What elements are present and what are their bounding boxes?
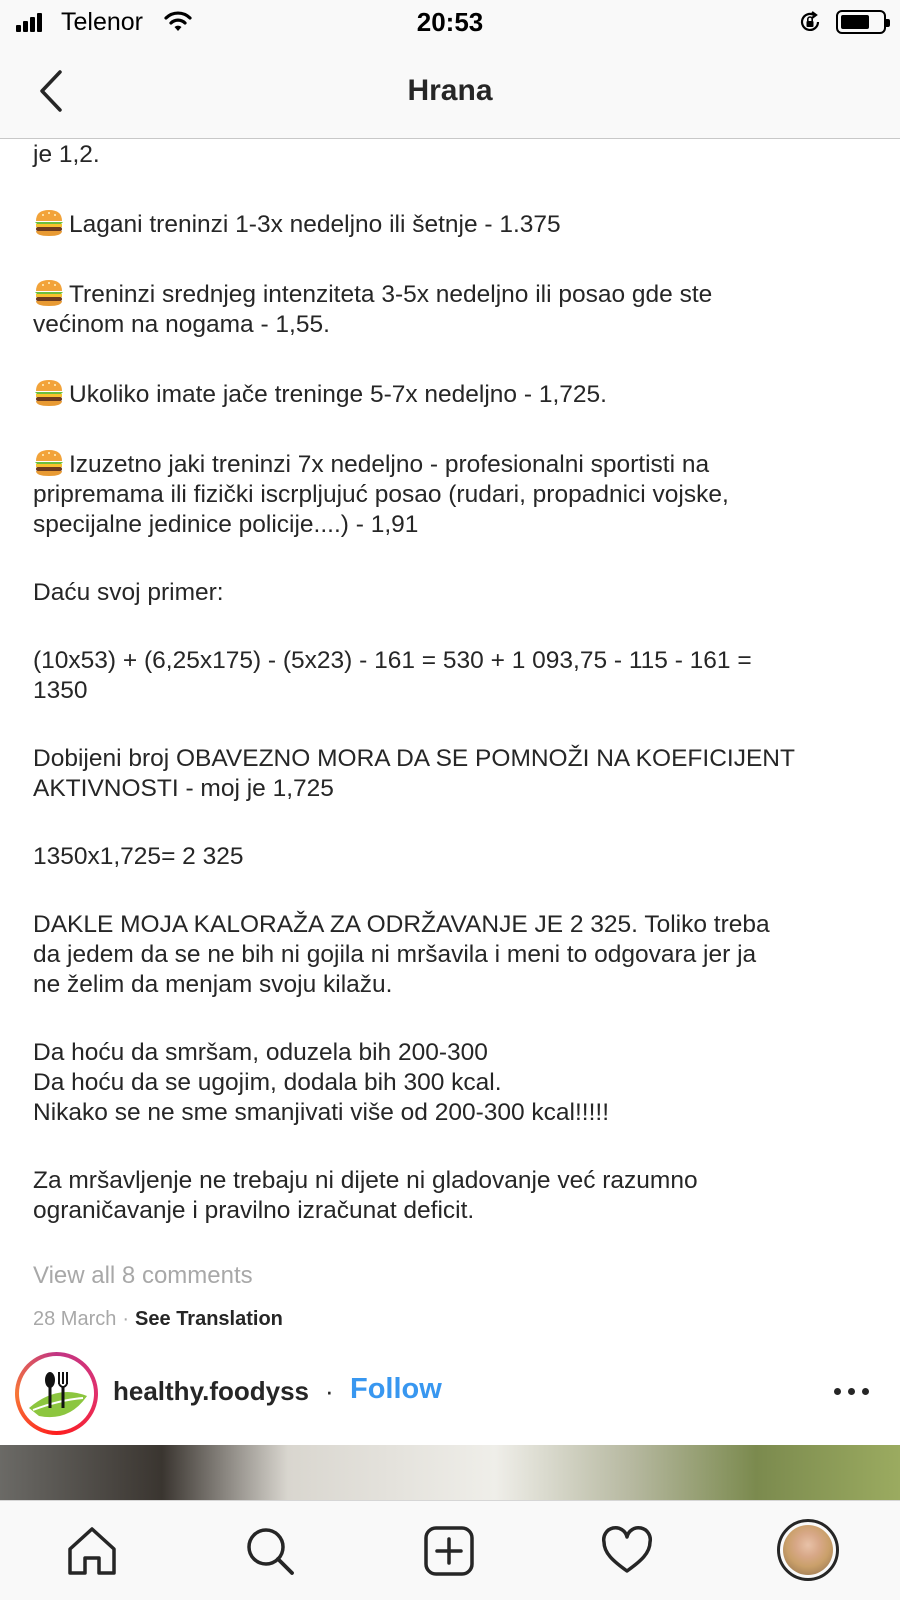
- caption-line: Treninzi srednjeg intenziteta 3-5x nedel…: [33, 278, 873, 310]
- caption-text: 1350: [33, 677, 88, 704]
- caption-text: 1350x1,725= 2 325: [33, 843, 244, 870]
- hamburger-icon: [35, 380, 63, 406]
- more-options-icon[interactable]: [834, 1388, 870, 1398]
- caption-paragraph: Izuzetno jaki treninzi 7x nedeljno - pro…: [33, 448, 873, 540]
- caption-line: Nikako se ne sme smanjivati više od 200-…: [33, 1098, 873, 1128]
- caption-text: Dobijeni broj OBAVEZNO MORA DA SE POMNOŽ…: [33, 745, 795, 772]
- see-translation-link[interactable]: See Translation: [135, 1308, 283, 1330]
- caption-paragraph: Ukoliko imate jače treninge 5-7x nedeljn…: [33, 378, 873, 410]
- caption-text: AKTIVNOSTI - moj je 1,725: [33, 775, 334, 802]
- view-all-comments-link[interactable]: View all 8 comments: [33, 1262, 253, 1290]
- caption-line: ograničavanje i pravilno izračunat defic…: [33, 1196, 873, 1226]
- caption-line: AKTIVNOSTI - moj je 1,725: [33, 774, 873, 804]
- battery-icon: [836, 10, 890, 34]
- caption-paragraph: 1350x1,725= 2 325: [33, 842, 873, 872]
- caption-text: većinom na nogama - 1,55.: [33, 311, 330, 338]
- caption-line: Da hoću da smršam, oduzela bih 200-300: [33, 1038, 873, 1068]
- status-time: 20:53: [416, 7, 484, 37]
- caption-text: je 1,2.: [33, 141, 100, 168]
- caption-line: Za mršavljenje ne trebaju ni dijete ni g…: [33, 1166, 873, 1196]
- hamburger-icon: [35, 450, 63, 476]
- fork-knife-leaf-logo-icon: [29, 1372, 87, 1418]
- caption-line: Lagani treninzi 1-3x nedeljno ili šetnje…: [33, 208, 873, 240]
- caption-line: 1350x1,725= 2 325: [33, 842, 873, 872]
- page-title: Hrana: [407, 74, 493, 107]
- account-avatar[interactable]: [15, 1352, 98, 1435]
- caption-line: Ukoliko imate jače treninge 5-7x nedeljn…: [33, 378, 873, 410]
- caption-text: Za mršavljenje ne trebaju ni dijete ni g…: [33, 1167, 698, 1194]
- caption-text: Treninzi srednjeg intenziteta 3-5x nedel…: [69, 281, 713, 308]
- caption-text: (10x53) + (6,25x175) - (5x23) - 161 = 53…: [33, 647, 752, 674]
- next-post-header: healthy.foodyss · Follow: [0, 1340, 900, 1440]
- caption-text: Lagani treninzi 1-3x nedeljno ili šetnje…: [69, 211, 561, 238]
- follow-separator: ·: [325, 1376, 334, 1406]
- caption-line: pripremama ili fizički iscrpljujuć posao…: [33, 480, 873, 510]
- nav-header: Hrana: [0, 46, 900, 139]
- caption-text: Daću svoj primer:: [33, 579, 224, 606]
- caption-text: Da hoću da se ugojim, dodala bih 300 kca…: [33, 1069, 502, 1096]
- caption-paragraph: Dobijeni broj OBAVEZNO MORA DA SE POMNOŽ…: [33, 744, 873, 804]
- follow-button[interactable]: Follow: [350, 1373, 442, 1406]
- post-meta: 28 March · See Translation: [33, 1308, 283, 1331]
- profile-avatar[interactable]: [777, 1519, 839, 1581]
- caption-line: ne želim da menjam svoju kilažu.: [33, 970, 873, 1000]
- activity-heart-icon[interactable]: [599, 1523, 655, 1579]
- post-caption: je 1,2. Lagani treninzi 1-3x nedeljno ili…: [33, 140, 873, 1264]
- caption-text: ograničavanje i pravilno izračunat defic…: [33, 1197, 475, 1224]
- caption-line: Izuzetno jaki treninzi 7x nedeljno - pro…: [33, 448, 873, 480]
- caption-text: ne želim da menjam svoju kilažu.: [33, 971, 393, 998]
- hamburger-icon: [35, 280, 63, 306]
- caption-paragraph: Treninzi srednjeg intenziteta 3-5x nedel…: [33, 278, 873, 340]
- caption-text: da jedem da se ne bih ni gojila ni mršav…: [33, 941, 757, 968]
- caption-text: DAKLE MOJA KALORAŽA ZA ODRŽAVANJE JE 2 3…: [33, 911, 770, 938]
- caption-line: DAKLE MOJA KALORAŽA ZA ODRŽAVANJE JE 2 3…: [33, 910, 873, 940]
- caption-text: Nikako se ne sme smanjivati više od 200-…: [33, 1099, 610, 1126]
- caption-line: (10x53) + (6,25x175) - (5x23) - 161 = 53…: [33, 646, 873, 676]
- caption-text: Ukoliko imate jače treninge 5-7x nedeljn…: [69, 381, 607, 408]
- account-username[interactable]: healthy.foodyss: [113, 1376, 309, 1407]
- caption-text: Da hoću da smršam, oduzela bih 200-300: [33, 1039, 488, 1066]
- caption-paragraph: DAKLE MOJA KALORAŽA ZA ODRŽAVANJE JE 2 3…: [33, 910, 873, 1000]
- caption-line: Da hoću da se ugojim, dodala bih 300 kca…: [33, 1068, 873, 1098]
- caption-line: je 1,2.: [33, 140, 873, 170]
- bottom-tab-bar: [0, 1500, 900, 1600]
- caption-line: Dobijeni broj OBAVEZNO MORA DA SE POMNOŽ…: [33, 744, 873, 774]
- back-chevron-icon[interactable]: [36, 66, 76, 116]
- orientation-lock-icon: [800, 11, 820, 31]
- caption-line: 1350: [33, 676, 873, 706]
- hamburger-icon: [35, 210, 63, 236]
- caption-line: da jedem da se ne bih ni gojila ni mršav…: [33, 940, 873, 970]
- meta-separator: ·: [122, 1308, 130, 1330]
- caption-text: Izuzetno jaki treninzi 7x nedeljno - pro…: [69, 451, 710, 478]
- post-content: je 1,2. Lagani treninzi 1-3x nedeljno ili…: [0, 140, 900, 1500]
- search-icon[interactable]: [242, 1523, 298, 1579]
- caption-line: Daću svoj primer:: [33, 578, 873, 608]
- caption-paragraph: (10x53) + (6,25x175) - (5x23) - 161 = 53…: [33, 646, 873, 706]
- caption-line: većinom na nogama - 1,55.: [33, 310, 873, 340]
- post-date: 28 March: [33, 1308, 117, 1330]
- caption-line: specijalne jedinice policije....) - 1,91: [33, 510, 873, 540]
- caption-text: pripremama ili fizički iscrpljujuć posao…: [33, 481, 729, 508]
- caption-text: specijalne jedinice policije....) - 1,91: [33, 511, 419, 538]
- caption-paragraph: Da hoću da smršam, oduzela bih 200-300 Da…: [33, 1038, 873, 1128]
- caption-paragraph: Lagani treninzi 1-3x nedeljno ili šetnje…: [33, 208, 873, 240]
- caption-paragraph: Za mršavljenje ne trebaju ni dijete ni g…: [33, 1166, 873, 1226]
- status-bar: Telenor 20:53: [0, 0, 900, 46]
- home-icon[interactable]: [64, 1523, 120, 1579]
- post-image[interactable]: [0, 1445, 900, 1500]
- caption-paragraph: Daću svoj primer:: [33, 578, 873, 608]
- caption-paragraph: je 1,2.: [33, 140, 873, 170]
- new-post-icon[interactable]: [421, 1523, 477, 1579]
